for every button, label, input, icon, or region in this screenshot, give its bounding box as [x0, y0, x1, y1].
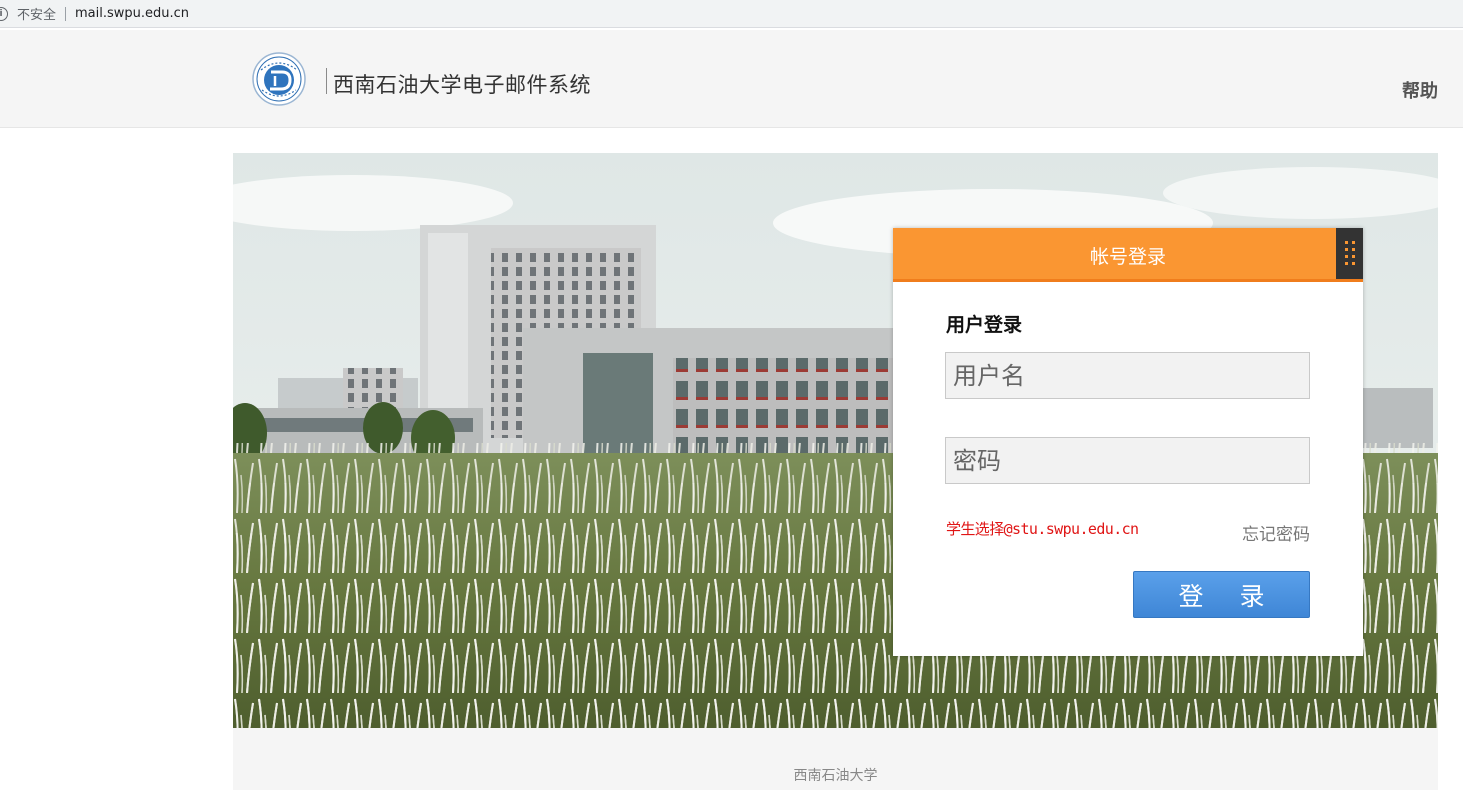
password-input[interactable] [945, 437, 1310, 484]
login-panel-header: 帐号登录 [893, 228, 1363, 282]
login-button[interactable]: 登 录 [1133, 571, 1310, 618]
site-header: 西南石油大学电子邮件系统 帮助 [0, 30, 1463, 128]
page-footer: 西南石油大学 [233, 728, 1438, 790]
footer-text: 西南石油大学 [793, 768, 878, 784]
student-domain-tip: 学生选择@stu.swpu.edu.cn [946, 520, 1139, 538]
site-title: 西南石油大学电子邮件系统 [333, 73, 591, 97]
login-subtitle: 用户登录 [946, 314, 1023, 336]
login-panel-title: 帐号登录 [1089, 246, 1166, 268]
university-logo [252, 52, 306, 106]
username-input[interactable] [945, 352, 1310, 399]
logo-divider [326, 68, 327, 94]
info-icon[interactable]: i [0, 6, 8, 21]
forgot-password-link[interactable]: 忘记密码 [1242, 520, 1310, 545]
security-status[interactable]: 不安全 [17, 4, 56, 23]
browser-address-bar: i 不安全 mail.swpu.edu.cn [0, 0, 1463, 28]
address-divider [65, 6, 67, 21]
help-link[interactable]: 帮助 [1402, 77, 1438, 103]
url-field[interactable]: mail.swpu.edu.cn [75, 6, 189, 21]
login-panel: 帐号登录 用户登录 学生选择@stu.swpu.edu.cn 忘记密码 登 录 [893, 228, 1363, 656]
grip-dots-icon[interactable] [1336, 228, 1363, 279]
